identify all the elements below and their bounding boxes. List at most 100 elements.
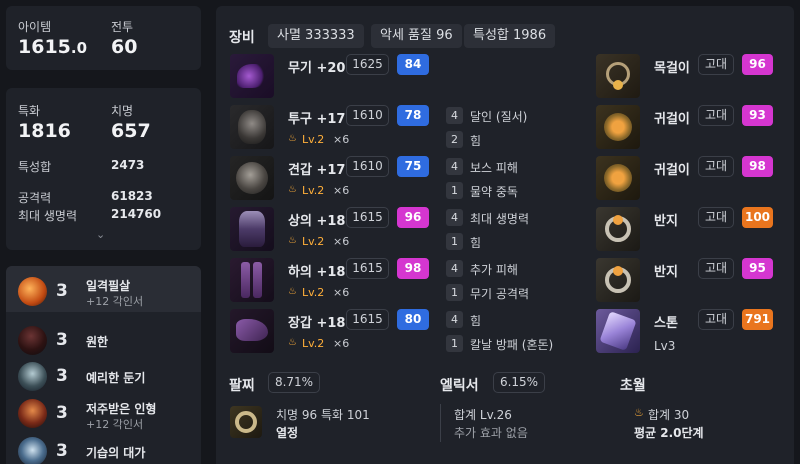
set-count: 1: [446, 284, 463, 301]
gear-name: 투구 +17: [288, 112, 346, 127]
gem-count: ×6: [333, 184, 350, 197]
flame-gem-icon: ♨: [288, 133, 297, 144]
bracelet-percent: 8.71%: [268, 372, 320, 393]
engraving-icon: [18, 362, 47, 391]
set-count: 2: [446, 131, 463, 148]
elixir-title: 엘릭서: [440, 378, 479, 394]
bracelet-title: 팔찌: [229, 378, 255, 394]
engraving-level: 3: [56, 441, 68, 461]
set-count: 4: [446, 107, 463, 124]
weapon-icon[interactable]: [230, 54, 274, 98]
flame-gem-icon: ♨: [288, 337, 297, 348]
pants-icon[interactable]: [230, 258, 274, 302]
equipment-title: 장비: [229, 30, 255, 46]
earring-icon[interactable]: [596, 156, 640, 200]
engraving-level: 3: [56, 366, 68, 386]
gear-quality-badge: 96: [397, 207, 429, 228]
engraving-name: 일격필살: [86, 279, 131, 293]
accessory-grade: 고대: [698, 105, 734, 126]
gem-level: Lv.2: [302, 286, 325, 299]
gem-level: Lv.2: [302, 133, 325, 146]
engraving-icon: [18, 326, 47, 355]
set-count: 4: [446, 158, 463, 175]
stone-level: Lv3: [654, 339, 676, 353]
engraving-level: 3: [56, 281, 68, 301]
accessory-quality-badge: 96: [742, 54, 773, 75]
gear-quality-badge: 98: [397, 258, 429, 279]
shoulder-icon[interactable]: [230, 156, 274, 200]
item-level-panel: 아이템 1615.0 전투 60: [6, 6, 201, 70]
max-hp-label: 최대 생명력: [18, 209, 78, 223]
bracelet-icon[interactable]: [230, 406, 262, 438]
attack-label: 공격력: [18, 191, 52, 205]
battle-level-value: 60: [111, 36, 138, 58]
flame-gem-icon: ♨: [634, 406, 644, 419]
set-effect-text: 추가 피해: [470, 263, 518, 277]
set-tag: 사멸 333333: [268, 24, 364, 48]
accessory-quality-badge: 95: [742, 258, 773, 279]
engraving-icon: [18, 277, 47, 306]
engraving-icon: [18, 399, 47, 428]
gear-item-level: 1615: [346, 309, 389, 330]
elixir-total: 합계 Lv.26: [454, 408, 512, 422]
engraving-icon: [18, 437, 47, 464]
set-effect-text: 힘: [470, 134, 482, 148]
stats-panel[interactable]: 특화 1816 치명 657 특성합 2473 공격력 61823 최대 생명력…: [6, 88, 201, 250]
necklace-icon[interactable]: [596, 54, 640, 98]
flame-gem-icon: ♨: [288, 184, 297, 195]
ability-stone-icon[interactable]: [596, 309, 640, 353]
accessory-quality-badge: 100: [742, 207, 773, 228]
set-count: 1: [446, 335, 463, 352]
set-count: 1: [446, 182, 463, 199]
helmet-icon[interactable]: [230, 105, 274, 149]
engraving-level: 3: [56, 330, 68, 350]
set-count: 4: [446, 311, 463, 328]
set-effect-text: 힘: [470, 236, 482, 250]
set-count: 4: [446, 209, 463, 226]
engraving-name: 원한: [86, 335, 109, 349]
spec-value: 1816: [18, 120, 71, 142]
elixir-percent: 6.15%: [493, 372, 545, 393]
set-effect-text: 칼날 방패 (혼돈): [470, 338, 554, 352]
gem-level: Lv.2: [302, 184, 325, 197]
set-effect-text: 달인 (질서): [470, 110, 528, 124]
accessory-quality-tag: 악세 품질 96: [371, 24, 462, 48]
accessory-grade: 고대: [698, 309, 734, 330]
accessory-grade: 고대: [698, 156, 734, 177]
crit-value: 657: [111, 120, 151, 142]
accessory-quality-badge: 98: [742, 156, 773, 177]
set-effect-text: 힘: [470, 314, 482, 328]
ring-icon[interactable]: [596, 258, 640, 302]
chevron-down-icon[interactable]: ⌄: [96, 228, 105, 241]
gear-quality-badge: 78: [397, 105, 429, 126]
flame-gem-icon: ♨: [288, 286, 297, 297]
gear-item-level: 1615: [346, 207, 389, 228]
chest-icon[interactable]: [230, 207, 274, 251]
engravings-panel: 3 일격필살 +12 각인서 3 원한 3 예리한 둔기 3 저주받은 인형 +…: [6, 266, 201, 464]
gem-level: Lv.2: [302, 235, 325, 248]
item-level-label: 아이템: [18, 20, 52, 34]
bracelet-stats: 치명 96 특화 101: [276, 408, 370, 422]
gear-item-level: 1610: [346, 105, 389, 126]
engraving-name: 예리한 둔기: [86, 371, 146, 385]
gear-item-level: 1610: [346, 156, 389, 177]
gear-name: 하의 +18: [288, 265, 346, 280]
stat-total-label: 특성합: [18, 160, 52, 174]
accessory-grade: 고대: [698, 207, 734, 228]
set-effect-text: 보스 피해: [470, 161, 518, 175]
engraving-name: 기습의 대가: [86, 446, 146, 460]
accessory-name: 귀걸이: [654, 163, 690, 178]
gem-count: ×6: [333, 133, 350, 146]
gear-quality-badge: 84: [397, 54, 429, 75]
set-effect-text: 무기 공격력: [470, 287, 530, 301]
gloves-icon[interactable]: [230, 309, 274, 353]
elixir-effect: 추가 효과 없음: [454, 426, 528, 440]
earring-icon[interactable]: [596, 105, 640, 149]
bracelet-effect: 열정: [276, 426, 299, 440]
gear-quality-badge: 80: [397, 309, 429, 330]
ring-icon[interactable]: [596, 207, 640, 251]
engraving-book: +12 각인서: [86, 418, 144, 431]
accessory-name: 귀걸이: [654, 112, 690, 127]
set-effect-text: 최대 생명력: [470, 212, 530, 226]
attack-value: 61823: [111, 189, 153, 203]
